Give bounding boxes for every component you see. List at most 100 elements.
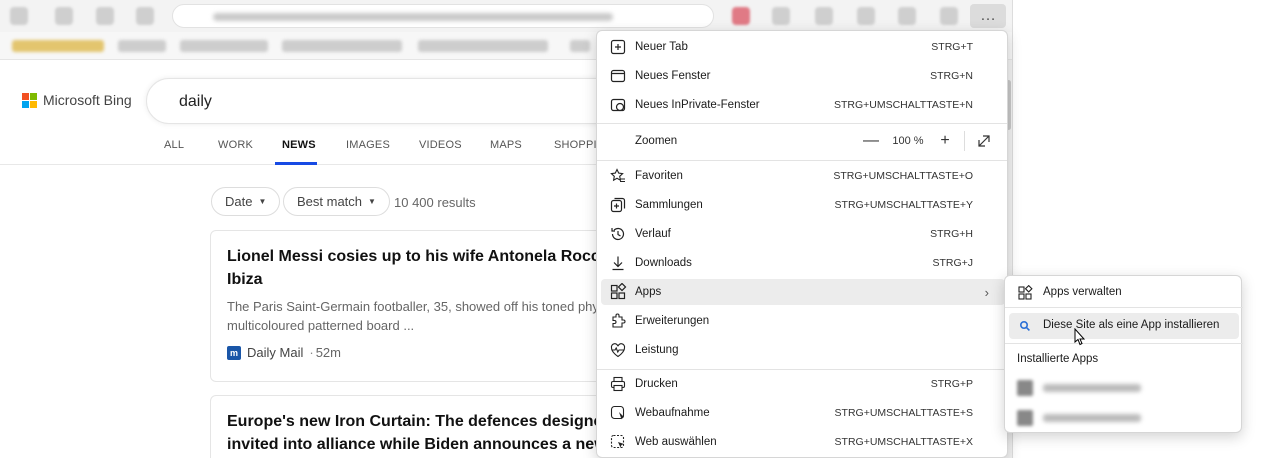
news-card[interactable]: Europe's new Iron Curtain: The defences … [210, 395, 645, 458]
menu-item-zoom: Zoomen — 100 % + [601, 128, 1005, 154]
menu-item-web-capture[interactable]: Webaufnahme STRG+UMSCHALTTASTE+S [601, 400, 1005, 426]
tab-maps[interactable]: MAPS [490, 139, 522, 151]
back-icon[interactable] [10, 7, 28, 25]
new-tab-icon [610, 39, 626, 55]
apps-submenu: Apps verwalten Diese Site als eine App i… [1004, 275, 1243, 433]
zoom-out-button[interactable]: — [858, 128, 884, 154]
installed-app-item[interactable] [1017, 379, 1157, 397]
search-icon [1019, 320, 1030, 331]
tab-videos[interactable]: VIDEOS [419, 139, 462, 151]
apps-icon [610, 283, 627, 300]
favorite-item-blurred[interactable] [118, 40, 166, 52]
menu-item-print[interactable]: Drucken STRG+P [601, 371, 1005, 397]
microsoft-logo-icon [22, 92, 37, 108]
menu-label: Downloads [635, 257, 692, 269]
tab-work[interactable]: WORK [218, 139, 253, 151]
news-title-cont[interactable]: invited into alliance while Biden announ… [227, 433, 642, 456]
menu-label: Web auswählen [635, 436, 717, 448]
forward-icon[interactable] [55, 7, 73, 25]
zoom-in-button[interactable]: + [932, 128, 958, 154]
menu-shortcut: STRG+J [932, 257, 973, 269]
app-icon-blurred [1017, 410, 1033, 426]
submenu-item-manage-apps[interactable]: Apps verwalten [1009, 280, 1239, 306]
settings-menu-button[interactable]: … [970, 4, 1006, 28]
more-icon: … [980, 7, 996, 24]
menu-item-web-select[interactable]: Web auswählen STRG+UMSCHALTTASTE+X [601, 429, 1005, 455]
news-time: 52m [315, 345, 341, 360]
extension-icon[interactable] [815, 7, 833, 25]
active-tab-indicator [275, 162, 317, 165]
profile-icon[interactable] [940, 7, 958, 25]
news-title[interactable]: Lionel Messi cosies up to his wife Anton… [227, 245, 635, 268]
sort-dropdown[interactable]: Best match ▼ [283, 187, 390, 216]
favorite-item-blurred[interactable] [12, 40, 104, 52]
menu-label: Neues Fenster [635, 70, 711, 82]
inprivate-icon [610, 98, 626, 112]
menu-item-collections[interactable]: Sammlungen STRG+UMSCHALTTASTE+Y [601, 192, 1005, 218]
favorite-item-blurred[interactable] [282, 40, 402, 52]
news-title-cont[interactable]: Ibiza [227, 268, 263, 291]
date-filter-dropdown[interactable]: Date ▼ [211, 187, 281, 216]
menu-item-history[interactable]: Verlauf STRG+H [601, 221, 1005, 247]
source-separator: · [309, 345, 314, 360]
installed-app-item[interactable] [1017, 409, 1157, 427]
menu-item-extensions[interactable]: Erweiterungen [601, 308, 1005, 334]
news-source[interactable]: m Daily Mail · 52m [227, 345, 341, 360]
menu-label: Verlauf [635, 228, 671, 240]
daily-mail-icon: m [227, 345, 241, 360]
news-card[interactable]: Lionel Messi cosies up to his wife Anton… [210, 230, 635, 382]
menu-item-performance[interactable]: Leistung [601, 337, 1005, 363]
download-icon [612, 256, 624, 271]
submenu-item-install-site[interactable]: Diese Site als eine App installieren [1009, 313, 1239, 339]
bing-logo[interactable]: Microsoft Bing [22, 92, 132, 108]
app-name-blurred [1043, 414, 1141, 422]
zoom-divider [964, 131, 965, 151]
favorite-item-blurred[interactable] [570, 40, 590, 52]
menu-shortcut: STRG+UMSCHALTTASTE+S [834, 407, 973, 419]
search-input[interactable]: daily [146, 78, 646, 124]
extension-icon[interactable] [857, 7, 875, 25]
zoom-controls: — 100 % + [858, 128, 997, 154]
news-title[interactable]: Europe's new Iron Curtain: The defences … [227, 410, 645, 433]
menu-item-downloads[interactable]: Downloads STRG+J [601, 250, 1005, 276]
tab-news[interactable]: NEWS [282, 139, 316, 151]
submenu-divider [1005, 343, 1243, 344]
menu-shortcut: STRG+N [930, 70, 973, 82]
address-bar[interactable] [172, 4, 714, 28]
menu-item-new-window[interactable]: Neues Fenster STRG+N [601, 63, 1005, 89]
logo-text: Microsoft Bing [43, 92, 132, 108]
menu-shortcut: STRG+T [931, 41, 973, 53]
history-icon [611, 227, 625, 241]
logo-square-green [30, 92, 37, 100]
tab-images[interactable]: IMAGES [346, 139, 390, 151]
menu-label: Neues InPrivate-Fenster [635, 99, 760, 111]
tab-all[interactable]: ALL [164, 139, 184, 151]
extension-icon[interactable] [772, 7, 790, 25]
menu-label: Apps [635, 286, 662, 298]
menu-item-new-inprivate[interactable]: Neues InPrivate-Fenster STRG+UMSCHALTTAS… [601, 92, 1005, 118]
menu-item-new-tab[interactable]: Neuer Tab STRG+T [601, 34, 1005, 60]
address-text-blurred [213, 13, 613, 21]
installed-apps-heading: Installierte Apps [1017, 353, 1099, 365]
web-capture-icon [610, 405, 625, 420]
chevron-down-icon: ▼ [258, 197, 267, 206]
menu-item-apps[interactable]: Apps › [601, 279, 1005, 305]
submenu-label: Diese Site als eine App installieren [1043, 319, 1220, 331]
home-icon[interactable] [136, 7, 154, 25]
date-filter-label: Date [225, 194, 253, 209]
favorite-item-blurred[interactable] [180, 40, 268, 52]
refresh-icon[interactable] [96, 7, 114, 25]
extension-icon[interactable] [898, 7, 916, 25]
favorite-item-blurred[interactable] [418, 40, 548, 52]
source-name: Daily Mail [247, 345, 304, 360]
menu-shortcut: STRG+H [930, 228, 973, 240]
menu-shortcut: STRG+P [930, 378, 973, 390]
menu-shortcut: STRG+UMSCHALTTASTE+X [834, 436, 973, 448]
fullscreen-icon[interactable] [971, 128, 997, 154]
zoom-value: 100 % [892, 135, 924, 147]
submenu-divider [1005, 307, 1243, 308]
mouse-cursor-icon [1074, 328, 1086, 346]
menu-item-favorites[interactable]: Favoriten STRG+UMSCHALTTASTE+O [601, 163, 1005, 189]
browser-settings-menu: Neuer Tab STRG+T Neues Fenster STRG+N Ne… [596, 30, 1008, 458]
extension-icon[interactable] [732, 7, 750, 25]
